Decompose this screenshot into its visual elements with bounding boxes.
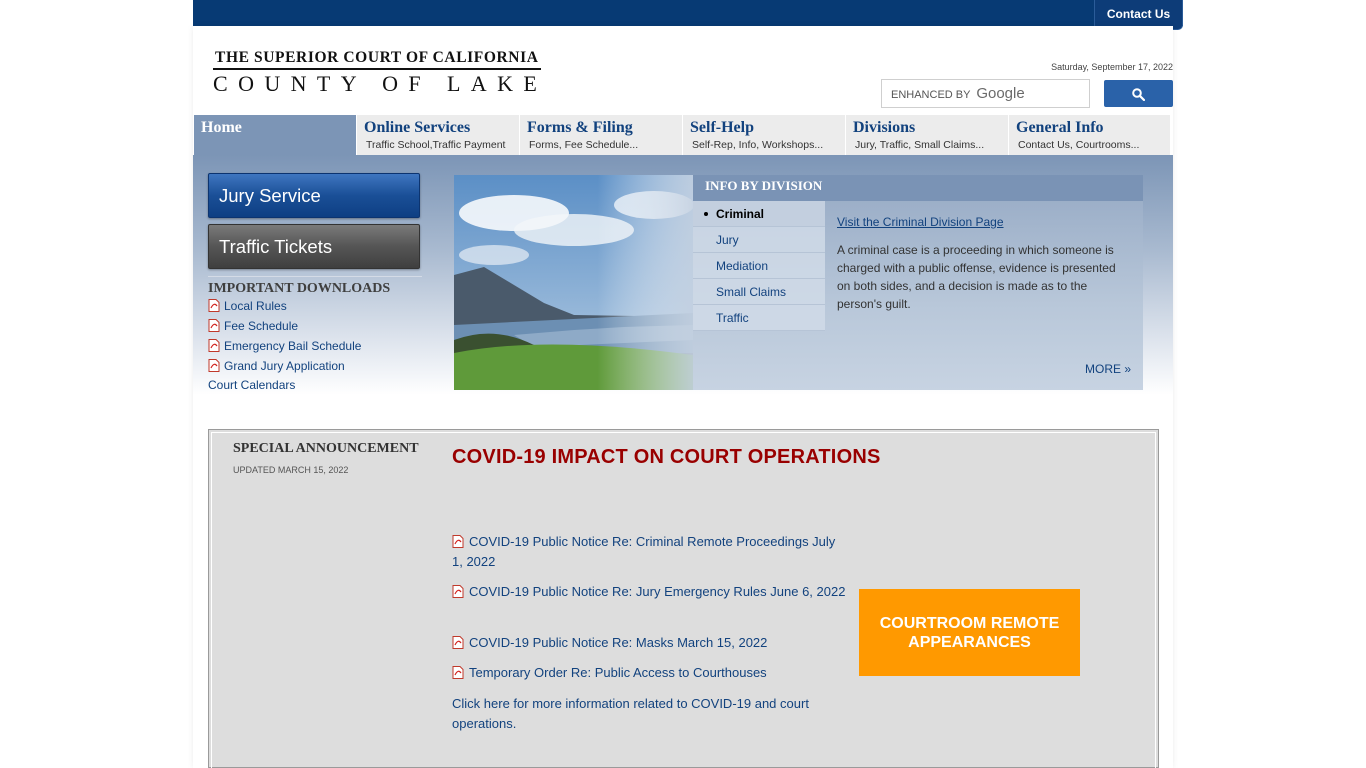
criminal-division-link[interactable]: Visit the Criminal Division Page — [837, 215, 1004, 229]
special-announcement-title: SPECIAL ANNOUNCEMENT — [233, 441, 419, 456]
division-description: A criminal case is a proceeding in which… — [837, 243, 1116, 311]
nav-subtitle: Self-Rep, Info, Workshops... — [692, 139, 824, 151]
pdf-icon — [208, 299, 220, 312]
nav-online-services[interactable]: Online Services Traffic School,Traffic P… — [357, 115, 520, 155]
nav-title: Forms & Filing — [527, 119, 633, 136]
nav-subtitle: Contact Us, Courtrooms... — [1018, 139, 1140, 151]
logo-rule — [213, 68, 541, 70]
nav-self-help[interactable]: Self-Help Self-Rep, Info, Workshops... — [683, 115, 846, 155]
nav-subtitle: Traffic School,Traffic Payment — [366, 139, 506, 151]
court-calendars-link[interactable]: Court Calendars — [208, 378, 295, 392]
info-by-division-panel: INFO BY DIVISION Criminal Jury Mediation… — [693, 175, 1143, 390]
nav-title: Online Services — [364, 119, 471, 136]
court-logo[interactable]: THE SUPERIOR COURT OF CALIFORNIA COUNTY … — [213, 49, 543, 96]
tab-criminal[interactable]: Criminal — [693, 201, 825, 227]
notice-link-jury-rules[interactable]: COVID-19 Public Notice Re: Jury Emergenc… — [452, 582, 848, 602]
tab-traffic[interactable]: Traffic — [693, 305, 825, 331]
nav-home[interactable]: Home — [194, 115, 357, 155]
pdf-icon — [452, 585, 464, 598]
info-by-division-header: INFO BY DIVISION — [693, 175, 1143, 201]
nav-title: Divisions — [853, 119, 916, 136]
nav-title: General Info — [1016, 119, 1104, 136]
covid-more-info-link[interactable]: Click here for more information related … — [452, 694, 832, 734]
download-label: Fee Schedule — [224, 319, 299, 333]
notice-label: Temporary Order Re: Public Access to Cou… — [469, 665, 767, 680]
downloads-divider — [208, 276, 422, 277]
courtroom-remote-appearances-button[interactable]: COURTROOM REMOTE APPEARANCES — [859, 589, 1080, 676]
jury-service-button[interactable]: Jury Service — [208, 173, 420, 218]
notice-label: COVID-19 Public Notice Re: Jury Emergenc… — [469, 584, 846, 599]
top-bar — [193, 0, 1183, 26]
search-enhanced-label: ENHANCED BY — [891, 89, 971, 101]
main-nav: Home Online Services Traffic School,Traf… — [193, 114, 1173, 155]
pdf-icon — [208, 339, 220, 352]
download-label: Emergency Bail Schedule — [224, 339, 362, 353]
notice-link-criminal-remote[interactable]: COVID-19 Public Notice Re: Criminal Remo… — [452, 532, 848, 572]
nav-subtitle: Forms, Fee Schedule... — [529, 139, 639, 151]
download-link-bail-schedule[interactable]: Emergency Bail Schedule — [208, 339, 361, 355]
pdf-icon — [452, 535, 464, 548]
lake-photo — [454, 175, 693, 390]
nav-general-info[interactable]: General Info Contact Us, Courtrooms... — [1009, 115, 1171, 155]
download-link-local-rules[interactable]: Local Rules — [208, 299, 287, 315]
notice-link-masks[interactable]: COVID-19 Public Notice Re: Masks March 1… — [452, 633, 848, 653]
search-button[interactable] — [1104, 80, 1173, 107]
nav-subtitle: Jury, Traffic, Small Claims... — [855, 139, 985, 151]
division-tabs: Criminal Jury Mediation Small Claims Tra… — [693, 201, 825, 331]
nav-title: Home — [201, 119, 242, 136]
notice-link-courthouse-access[interactable]: Temporary Order Re: Public Access to Cou… — [452, 663, 848, 683]
tab-mediation[interactable]: Mediation — [693, 253, 825, 279]
important-downloads-title: IMPORTANT DOWNLOADS — [208, 281, 391, 296]
current-date: Saturday, September 17, 2022 — [1051, 62, 1173, 72]
search-input[interactable]: ENHANCED BY Google — [881, 79, 1090, 108]
pdf-icon — [452, 636, 464, 649]
tab-jury[interactable]: Jury — [693, 227, 825, 253]
logo-line1: THE SUPERIOR COURT OF CALIFORNIA — [215, 49, 539, 66]
download-link-fee-schedule[interactable]: Fee Schedule — [208, 319, 298, 335]
covid-heading: COVID-19 IMPACT ON COURT OPERATIONS — [452, 446, 881, 468]
page: Contact Us THE SUPERIOR COURT OF CALIFOR… — [0, 0, 1366, 768]
notice-label: COVID-19 Public Notice Re: Criminal Remo… — [452, 534, 836, 569]
google-label: Google — [976, 85, 1025, 102]
nav-forms-filing[interactable]: Forms & Filing Forms, Fee Schedule... — [520, 115, 683, 155]
nav-title: Self-Help — [690, 119, 754, 136]
tab-small-claims[interactable]: Small Claims — [693, 279, 825, 305]
nav-divisions[interactable]: Divisions Jury, Traffic, Small Claims... — [846, 115, 1009, 155]
pdf-icon — [208, 319, 220, 332]
traffic-tickets-button[interactable]: Traffic Tickets — [208, 224, 420, 269]
download-link-grand-jury[interactable]: Grand Jury Application — [208, 359, 345, 375]
pdf-icon — [208, 359, 220, 372]
search-icon — [1132, 88, 1145, 101]
download-label: Local Rules — [224, 299, 287, 313]
notice-label: COVID-19 Public Notice Re: Masks March 1… — [469, 635, 768, 650]
pdf-icon — [452, 666, 464, 679]
download-label: Grand Jury Application — [224, 359, 345, 373]
logo-line2: COUNTY OF LAKE — [213, 71, 548, 96]
more-link[interactable]: MORE » — [1085, 362, 1131, 376]
announcement-updated-date: UPDATED MARCH 15, 2022 — [233, 465, 349, 475]
